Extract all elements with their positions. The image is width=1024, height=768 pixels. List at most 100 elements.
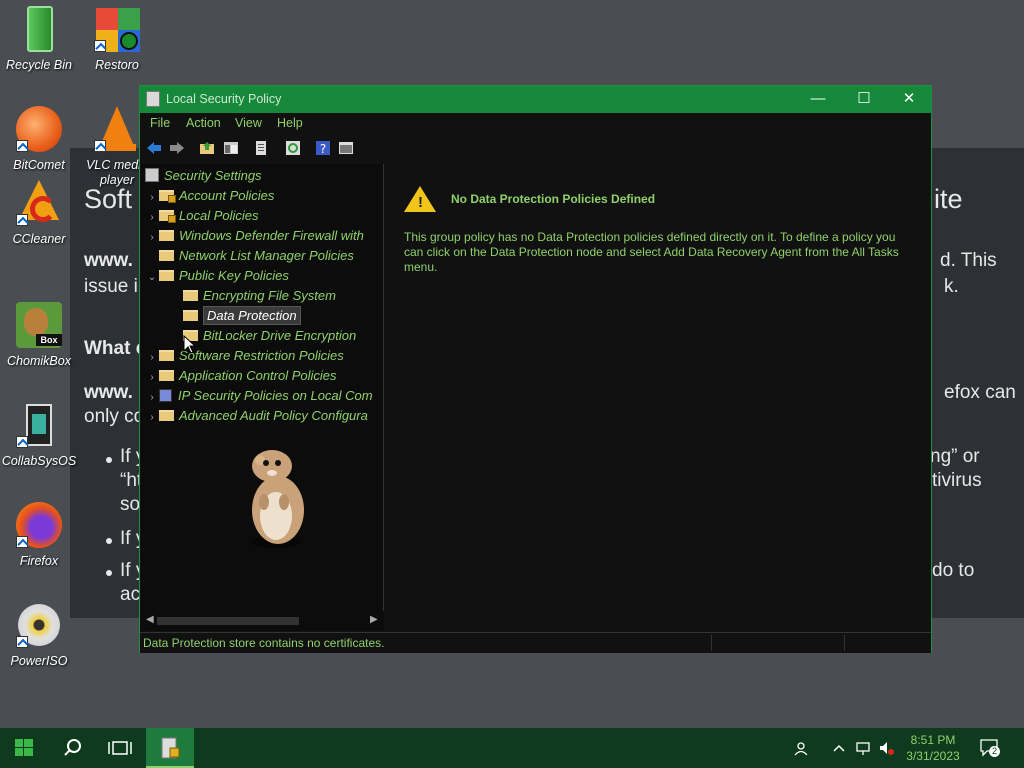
tree-node-label: Application Control Policies — [179, 368, 337, 383]
tree-item-network-list-manager[interactable]: Network List Manager Policies — [145, 246, 354, 266]
properties-icon[interactable] — [338, 140, 354, 156]
notifications-icon[interactable]: 2 — [980, 739, 1000, 757]
taskbar-app-local-security-policy[interactable] — [146, 728, 194, 768]
menu-help[interactable]: Help — [277, 116, 303, 130]
clock-date: 3/31/2023 — [906, 749, 960, 763]
desktop-icon-label: ChomikBox — [7, 354, 71, 368]
task-view-icon — [108, 741, 132, 755]
people-icon[interactable] — [794, 740, 810, 756]
bg-fragment: Soft — [84, 184, 133, 214]
status-text: Data Protection store contains no certif… — [143, 636, 385, 650]
tree-node-label: Advanced Audit Policy Configura — [179, 408, 368, 423]
clock-time: 8:51 PM — [910, 733, 956, 747]
collapse-chevron-icon[interactable]: ⌄ — [145, 268, 159, 288]
bg-fragment: k. — [944, 276, 959, 297]
tree-node-label: Network List Manager Policies — [179, 248, 354, 263]
tree-pane[interactable]: Security Settings › Account Policies › Loc… — [141, 164, 384, 631]
menu-action[interactable]: Action — [186, 116, 221, 130]
scroll-right-icon[interactable]: ▶ — [370, 614, 378, 625]
desktop-icon-label: CollabSysOS — [1, 454, 77, 468]
bitcomet-icon — [16, 106, 62, 152]
tree-node-label: BitLocker Drive Encryption — [203, 328, 357, 343]
tree-item-ip-security-policies[interactable]: › IP Security Policies on Local Com — [145, 386, 372, 408]
tree-horizontal-scrollbar[interactable]: ◀ ▶ — [141, 611, 384, 631]
scrollbar-thumb[interactable] — [157, 617, 299, 625]
desktop-icon-recycle-bin[interactable]: Recycle Bin — [0, 6, 78, 73]
desktop-icon-label: Restoro — [95, 58, 139, 72]
vlc-icon — [94, 106, 140, 152]
ip-security-icon — [159, 389, 172, 402]
detail-description: This group policy has no Data Protection… — [404, 230, 899, 274]
back-arrow-icon[interactable] — [146, 140, 162, 156]
close-button[interactable]: ✕ — [886, 86, 932, 113]
tree-item-local-policies[interactable]: › Local Policies — [145, 206, 259, 226]
firefox-icon — [16, 502, 62, 548]
notification-count-badge: 2 — [989, 746, 1000, 757]
expand-chevron-icon[interactable]: › — [145, 408, 159, 428]
tree-item-application-control[interactable]: › Application Control Policies — [145, 366, 337, 388]
menu-bar: File Action View Help — [140, 113, 931, 135]
tree-item-advanced-audit-policy[interactable]: › Advanced Audit Policy Configura — [145, 406, 368, 426]
toolbar: ? — [140, 135, 931, 161]
desktop-icon-label: Recycle Bin — [6, 58, 72, 72]
volume-muted-icon[interactable] — [878, 740, 894, 756]
export-list-icon[interactable] — [253, 140, 269, 156]
desktop-icon-ccleaner[interactable]: CCleaner — [0, 180, 78, 247]
bg-fragment: issue i — [84, 276, 138, 297]
expand-chevron-icon[interactable]: › — [145, 208, 159, 228]
expand-chevron-icon[interactable]: › — [145, 388, 159, 408]
bg-fragment: What c — [84, 338, 147, 359]
start-button[interactable] — [0, 728, 48, 768]
desktop-icon-poweriso[interactable]: PowerISO — [0, 602, 78, 669]
expand-chevron-icon[interactable]: › — [145, 348, 159, 368]
status-bar: Data Protection store contains no certif… — [140, 632, 931, 653]
desktop-icon-label: PowerISO — [10, 654, 68, 668]
bg-fragment: do to — [932, 560, 975, 581]
tree-item-software-restriction[interactable]: › Software Restriction Policies — [145, 346, 344, 368]
maximize-button[interactable]: ☐ — [841, 86, 887, 113]
app-icon — [146, 91, 160, 107]
scroll-left-icon[interactable]: ◀ — [146, 614, 154, 625]
refresh-icon[interactable] — [285, 140, 301, 156]
taskbar: 8:51 PM 3/31/2023 2 — [0, 728, 1024, 768]
menu-view[interactable]: View — [235, 116, 262, 130]
system-clock[interactable]: 8:51 PM 3/31/2023 — [900, 732, 966, 764]
expand-chevron-icon[interactable]: › — [145, 188, 159, 208]
search-button[interactable] — [48, 728, 96, 768]
task-view-button[interactable] — [96, 728, 144, 768]
desktop-icon-restoro[interactable]: Restoro — [78, 6, 156, 73]
tree-node-label: Software Restriction Policies — [179, 348, 344, 363]
poweriso-icon — [16, 602, 62, 648]
up-folder-icon[interactable] — [199, 140, 215, 156]
desktop-icon-chomikbox[interactable]: Box ChomikBox — [0, 302, 78, 369]
tree-item-account-policies[interactable]: › Account Policies — [145, 186, 274, 206]
folder-icon — [159, 410, 174, 421]
expand-chevron-icon[interactable]: › — [145, 228, 159, 248]
bg-fragment: ng” or — [930, 446, 980, 467]
expand-chevron-icon[interactable]: › — [145, 368, 159, 388]
title-bar[interactable]: Local Security Policy — ☐ ✕ — [140, 86, 931, 113]
menu-file[interactable]: File — [150, 116, 170, 130]
desktop-icon-firefox[interactable]: Firefox — [0, 502, 78, 569]
status-divider — [711, 635, 712, 651]
desktop-icon-bitcomet[interactable]: BitComet — [0, 106, 78, 173]
detail-title: No Data Protection Policies Defined — [451, 192, 656, 206]
show-hidden-icons-chevron-icon[interactable] — [831, 740, 847, 756]
network-icon[interactable] — [855, 740, 871, 756]
minimize-button[interactable]: — — [795, 86, 841, 113]
tree-item-data-protection[interactable]: Data Protection — [183, 306, 301, 326]
tree-item-windows-defender-firewall[interactable]: › Windows Defender Firewall with — [145, 226, 364, 246]
forward-arrow-icon[interactable] — [169, 140, 185, 156]
help-icon[interactable]: ? — [315, 140, 331, 156]
tree-root-security-settings[interactable]: Security Settings — [145, 166, 262, 186]
local-security-policy-window[interactable]: Local Security Policy — ☐ ✕ File Action … — [139, 85, 932, 653]
desktop-icon-collabsysos[interactable]: CollabSysOS — [0, 402, 78, 469]
tree-item-encrypting-file-system[interactable]: Encrypting File System — [183, 286, 336, 306]
tree-item-bitlocker-drive-encryption[interactable]: BitLocker Drive Encryption — [183, 326, 356, 346]
security-policy-icon — [161, 737, 180, 759]
bullet — [106, 538, 112, 544]
folder-icon — [159, 250, 174, 261]
bg-fragment: tivirus — [932, 470, 982, 491]
show-hide-tree-icon[interactable] — [223, 140, 239, 156]
tree-item-public-key-policies[interactable]: ⌄ Public Key Policies — [145, 266, 289, 286]
